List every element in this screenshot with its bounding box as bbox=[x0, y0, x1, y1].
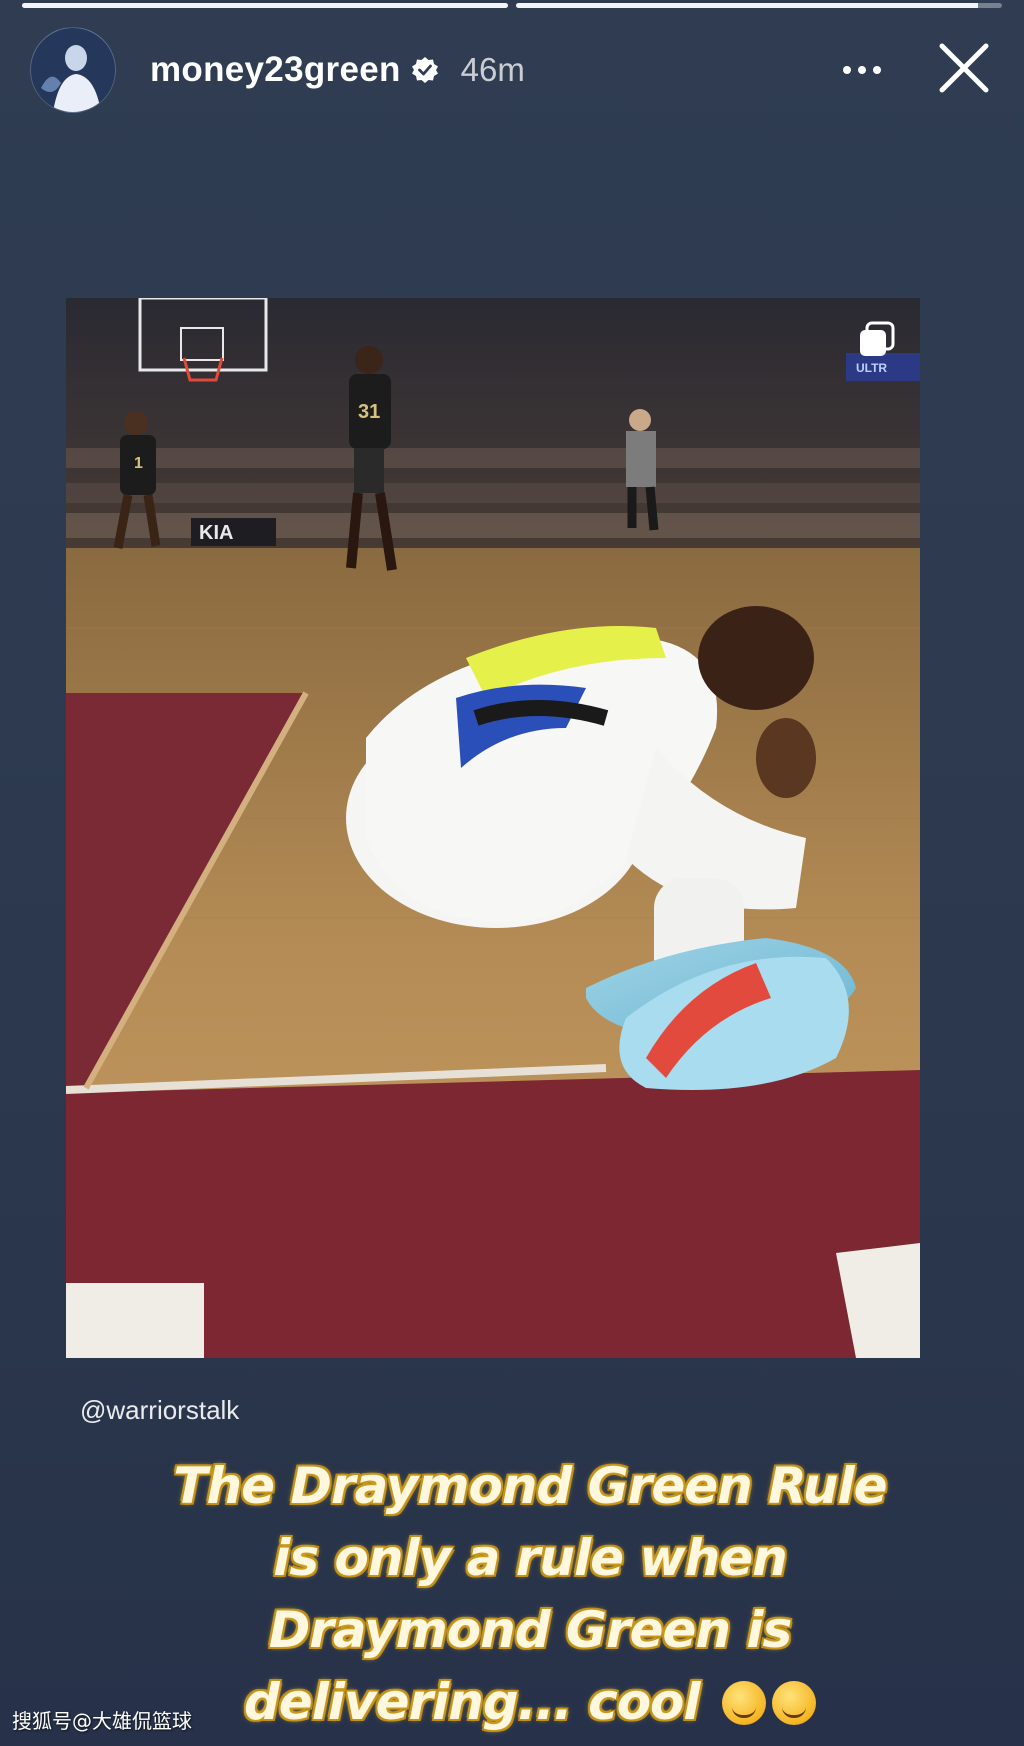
progress-segment-2 bbox=[516, 3, 1002, 8]
watermark: 搜狐号@大雄侃篮球 bbox=[12, 1709, 192, 1733]
sponsor-text: KIA bbox=[199, 522, 233, 544]
carousel-icon bbox=[860, 321, 895, 356]
avatar[interactable] bbox=[30, 27, 116, 113]
post-time: 46m bbox=[460, 51, 525, 88]
svg-text:1: 1 bbox=[134, 455, 143, 472]
shared-post-image[interactable]: ULTR KIA 31 1 bbox=[66, 298, 920, 1358]
smiling-face-emoji-icon bbox=[721, 1681, 766, 1725]
verified-badge-icon bbox=[411, 57, 438, 83]
dot bbox=[843, 66, 851, 74]
dot bbox=[873, 66, 881, 74]
more-options-button[interactable] bbox=[836, 50, 888, 90]
source-handle[interactable]: @warriorstalk bbox=[80, 1395, 239, 1426]
progress-segment-1 bbox=[22, 3, 508, 8]
basketball-photo: ULTR KIA 31 1 bbox=[66, 298, 920, 1358]
svg-text:ULTR: ULTR bbox=[856, 361, 887, 375]
close-icon[interactable] bbox=[934, 38, 994, 98]
smirking-face-emoji-icon bbox=[771, 1681, 816, 1725]
username[interactable]: money23green bbox=[150, 50, 401, 90]
dot bbox=[858, 66, 866, 74]
story-header: money23green 46m bbox=[30, 27, 994, 113]
story-progress-bar bbox=[22, 3, 1002, 8]
story-caption: The Draymond Green Rule is only a rule w… bbox=[150, 1450, 910, 1738]
svg-text:31: 31 bbox=[358, 401, 380, 423]
